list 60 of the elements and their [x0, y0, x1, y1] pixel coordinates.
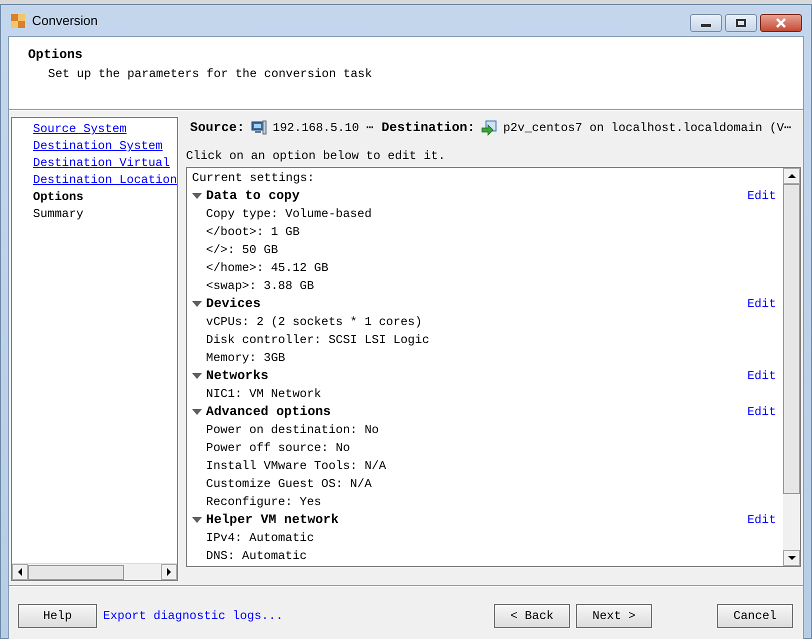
cancel-button[interactable]: Cancel	[717, 604, 793, 628]
collapse-triangle-icon[interactable]	[192, 192, 202, 200]
edit-link[interactable]: Edit	[747, 403, 776, 421]
window-title: Conversion	[32, 12, 98, 30]
page-title: Options	[28, 46, 84, 64]
edit-link[interactable]: Edit	[747, 187, 776, 205]
section-title: Advanced options	[206, 403, 331, 422]
setting-value: Power off source: No	[205, 440, 352, 457]
horizontal-scrollbar[interactable]	[12, 563, 178, 580]
collapse-triangle-icon[interactable]	[192, 516, 202, 524]
edit-link[interactable]: Edit	[747, 295, 776, 313]
back-button[interactable]: < Back	[494, 604, 570, 628]
setting-value: IPv4: Automatic	[205, 530, 316, 547]
section-title: Data to copy	[206, 187, 300, 206]
setting-value: <swap>: 3.88 GB	[205, 278, 316, 295]
setting-value: NIC1: VM Network	[205, 386, 322, 403]
setting-value: Copy type: Volume-based	[205, 206, 373, 223]
destination-value: p2v_centos7 on localhost.localdomain (V⋯	[503, 120, 792, 137]
app-icon	[10, 12, 26, 28]
maximize-button[interactable]	[725, 14, 757, 32]
collapse-triangle-icon[interactable]	[192, 408, 202, 416]
help-button[interactable]: Help	[18, 604, 97, 628]
edit-link[interactable]: Edit	[747, 511, 776, 529]
close-button[interactable]	[760, 14, 802, 32]
setting-value: Install VMware Tools: N/A	[205, 458, 388, 475]
vm-arrow-icon	[481, 120, 498, 136]
destination-label: Destination:	[381, 119, 476, 138]
setting-value: </>: 50 GB	[205, 242, 280, 259]
page-subtitle: Set up the parameters for the conversion task	[47, 66, 374, 83]
setting-value: Power on destination: No	[205, 422, 380, 439]
close-icon	[775, 18, 787, 28]
setting-value: Memory: 3GB	[205, 350, 286, 367]
source-label: Source:	[190, 119, 245, 138]
step-item[interactable]: Summary	[33, 206, 84, 223]
step-link[interactable]: Source System	[33, 121, 127, 138]
collapse-triangle-icon[interactable]	[192, 300, 202, 308]
step-link[interactable]: Destination Location	[33, 172, 178, 189]
setting-value: DNS: Automatic	[205, 548, 308, 565]
section-title: Networks	[206, 367, 268, 386]
setting-value: Reconfigure: Yes	[205, 494, 322, 511]
vertical-scrollbar[interactable]	[783, 168, 800, 566]
collapse-triangle-icon[interactable]	[192, 372, 202, 380]
setting-value: Customize Guest OS: N/A	[205, 476, 373, 493]
step-link[interactable]: Destination Virtual	[33, 155, 170, 172]
edit-link[interactable]: Edit	[747, 367, 776, 385]
setting-value: Disk controller: SCSI LSI Logic	[205, 332, 430, 349]
current-step[interactable]: Options	[33, 189, 84, 206]
export-logs-link[interactable]: Export diagnostic logs...	[103, 606, 284, 624]
source-value: 192.168.5.10 ⋯	[272, 120, 374, 137]
step-link[interactable]: Destination System	[33, 138, 163, 155]
section-title: Helper VM network	[206, 511, 339, 530]
next-button[interactable]: Next >	[576, 604, 652, 628]
setting-value: vCPUs: 2 (2 sockets * 1 cores)	[205, 314, 424, 331]
setting-value: </boot>: 1 GB	[205, 224, 301, 241]
settings-heading: Current settings:	[192, 170, 316, 187]
instruction-text: Click on an option below to edit it.	[186, 148, 446, 165]
section-title: Devices	[206, 295, 261, 314]
minimize-button[interactable]	[690, 14, 722, 32]
computer-icon	[250, 120, 267, 136]
setting-value: </home>: 45.12 GB	[205, 260, 330, 277]
